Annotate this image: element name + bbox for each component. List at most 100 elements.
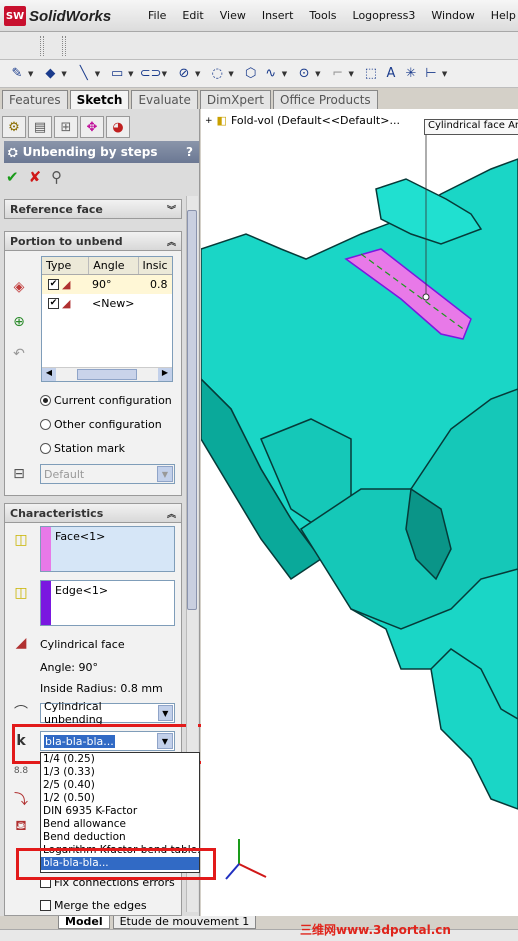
toolbar-grip[interactable] bbox=[40, 36, 44, 56]
tab-sketch[interactable]: Sketch bbox=[69, 90, 130, 109]
text-icon[interactable]: A bbox=[382, 65, 400, 83]
horizontal-scrollbar[interactable]: ◀ ▶ bbox=[42, 367, 172, 381]
dropdown-arrow-icon[interactable]: ▼ bbox=[128, 70, 133, 78]
unbend-type-select[interactable]: Cylindrical unbending ▼ bbox=[40, 700, 175, 726]
dropdown-arrow-icon[interactable]: ▼ bbox=[442, 70, 447, 78]
graphics-area[interactable]: + ◧ Fold-vol (Default<<Default>... Cylin… bbox=[201, 109, 518, 916]
tab-dimxpert[interactable]: DimXpert bbox=[199, 90, 271, 109]
collapse-chevron-icon[interactable]: ︽ bbox=[167, 507, 176, 520]
panel-scroll-thumb[interactable] bbox=[187, 210, 197, 610]
dropdown-arrow-icon[interactable]: ▼ bbox=[28, 70, 33, 78]
cancel-x-icon[interactable]: ✘ bbox=[29, 168, 42, 186]
menu-bar: SW SolidWorks File Edit View Insert Tool… bbox=[0, 0, 518, 32]
dropdown-arrow-icon[interactable]: ▼ bbox=[282, 70, 287, 78]
preview-pushpin-icon[interactable]: ⚲ bbox=[51, 168, 62, 186]
cylindrical-face-icon: ◢ bbox=[15, 635, 27, 651]
display-manager-tab-icon[interactable]: ◕ bbox=[106, 116, 130, 138]
list-item[interactable]: Bend allowance bbox=[41, 818, 199, 831]
menu-file[interactable]: File bbox=[140, 9, 174, 22]
property-manager-tab-icon[interactable]: ▤ bbox=[28, 116, 52, 138]
chevron-down-icon[interactable]: ▼ bbox=[157, 705, 173, 721]
scroll-right-icon[interactable]: ▶ bbox=[158, 368, 172, 381]
dimxpert-manager-tab-icon[interactable]: ✥ bbox=[80, 116, 104, 138]
checkbox[interactable] bbox=[40, 900, 51, 911]
list-item[interactable]: 1/4 (0.25) bbox=[41, 753, 199, 766]
dropdown-arrow-icon[interactable]: ▼ bbox=[61, 70, 66, 78]
characteristics-header[interactable]: Characteristics ︽ bbox=[4, 503, 182, 523]
list-item[interactable]: 1/2 (0.50) bbox=[41, 792, 199, 805]
add-portion-icon[interactable]: ⊕ bbox=[10, 313, 28, 331]
menu-tools[interactable]: Tools bbox=[301, 9, 344, 22]
list-item[interactable]: Bend deduction bbox=[41, 831, 199, 844]
collapse-chevron-icon[interactable]: ︽ bbox=[167, 235, 176, 248]
menu-view[interactable]: View bbox=[212, 9, 254, 22]
undo-icon[interactable]: ↶ bbox=[10, 345, 28, 363]
configuration-manager-tab-icon[interactable]: ⊞ bbox=[54, 116, 78, 138]
scroll-left-icon[interactable]: ◀ bbox=[42, 368, 56, 381]
arc-icon[interactable]: ◌ bbox=[208, 65, 226, 83]
configuration-select[interactable]: Default ▼ bbox=[40, 464, 175, 484]
dropdown-arrow-icon[interactable]: ▼ bbox=[315, 70, 320, 78]
tab-motion-study[interactable]: Etude de mouvement 1 bbox=[112, 916, 257, 929]
merge-edges-checkbox[interactable]: Merge the edges bbox=[40, 899, 147, 912]
toolbar-grip[interactable] bbox=[62, 36, 66, 56]
tab-evaluate[interactable]: Evaluate bbox=[131, 90, 198, 109]
dropdown-arrow-icon[interactable]: ▼ bbox=[195, 70, 200, 78]
trim-icon[interactable]: ⊢ bbox=[422, 65, 440, 83]
radio-current-configuration[interactable]: Current configuration bbox=[40, 394, 172, 407]
edge-selection-box[interactable]: Edge<1> bbox=[40, 580, 175, 626]
chevron-down-icon[interactable]: ▼ bbox=[157, 466, 173, 482]
dropdown-arrow-icon[interactable]: ▼ bbox=[95, 70, 100, 78]
dropdown-arrow-icon[interactable]: ▼ bbox=[162, 70, 167, 78]
face-color-swatch bbox=[41, 527, 51, 571]
smart-dimension-icon[interactable]: ✎ bbox=[8, 65, 26, 83]
radio-button[interactable] bbox=[40, 395, 51, 406]
tab-model[interactable]: Model bbox=[58, 916, 110, 929]
menu-insert[interactable]: Insert bbox=[254, 9, 302, 22]
menu-help[interactable]: Help bbox=[483, 9, 518, 22]
list-item[interactable]: 2/5 (0.40) bbox=[41, 779, 199, 792]
menu-edit[interactable]: Edit bbox=[174, 9, 211, 22]
help-button[interactable]: ? bbox=[186, 145, 193, 159]
dropdown-arrow-icon[interactable]: ▼ bbox=[349, 70, 354, 78]
scroll-thumb[interactable] bbox=[77, 369, 137, 380]
plane-icon[interactable]: ⬚ bbox=[362, 65, 380, 83]
bend-deduction-icon: ⛾ bbox=[15, 818, 27, 834]
radio-station-mark[interactable]: Station mark bbox=[40, 442, 125, 455]
list-item[interactable]: DIN 6935 K-Factor bbox=[41, 805, 199, 818]
table-row[interactable]: ✔ ◢ 90° 0.8 bbox=[42, 275, 172, 294]
row-checkbox[interactable]: ✔ bbox=[48, 279, 59, 290]
slot-icon[interactable]: ⊂⊃ bbox=[140, 65, 162, 83]
menu-logopress3[interactable]: Logopress3 bbox=[345, 9, 424, 22]
radio-button[interactable] bbox=[40, 443, 51, 454]
spline-icon[interactable]: ∿ bbox=[262, 65, 280, 83]
fillet-icon[interactable]: ⌐ bbox=[329, 65, 347, 83]
column-angle: Angle bbox=[89, 257, 139, 274]
line-icon[interactable]: ╲ bbox=[75, 65, 93, 83]
table-row[interactable]: ✔ ◢ <New> bbox=[42, 294, 172, 313]
polygon-icon[interactable]: ⬡ bbox=[242, 65, 260, 83]
reference-face-header[interactable]: Reference face ︾ bbox=[4, 199, 182, 219]
tab-office-products[interactable]: Office Products bbox=[273, 90, 378, 109]
radio-other-configuration[interactable]: Other configuration bbox=[40, 418, 162, 431]
radio-button[interactable] bbox=[40, 419, 51, 430]
ellipse-icon[interactable]: ⊙ bbox=[295, 65, 313, 83]
relation-icon[interactable]: ◆ bbox=[41, 65, 59, 83]
feature-manager-tab-icon[interactable]: ⚙ bbox=[2, 116, 26, 138]
tab-features[interactable]: Features bbox=[2, 90, 68, 109]
feature-tree-root[interactable]: + ◧ Fold-vol (Default<<Default>... bbox=[205, 114, 400, 127]
portion-to-unbend-header[interactable]: Portion to unbend ︽ bbox=[4, 231, 182, 251]
point-icon[interactable]: ✳ bbox=[402, 65, 420, 83]
rectangle-icon[interactable]: ▭ bbox=[108, 65, 126, 83]
dropdown-arrow-icon[interactable]: ▼ bbox=[228, 70, 233, 78]
unbend-portion-icon[interactable]: ◈ bbox=[10, 278, 28, 296]
ok-check-icon[interactable]: ✔ bbox=[6, 168, 19, 186]
list-item[interactable]: 1/3 (0.33) bbox=[41, 766, 199, 779]
circle-icon[interactable]: ⊘ bbox=[175, 65, 193, 83]
menu-window[interactable]: Window bbox=[423, 9, 482, 22]
face-selection-box[interactable]: Face<1> bbox=[40, 526, 175, 572]
column-inside: Insic bbox=[142, 259, 168, 272]
expand-icon[interactable]: + bbox=[205, 116, 213, 126]
expand-chevron-icon[interactable]: ︾ bbox=[167, 203, 176, 216]
row-checkbox[interactable]: ✔ bbox=[48, 298, 59, 309]
